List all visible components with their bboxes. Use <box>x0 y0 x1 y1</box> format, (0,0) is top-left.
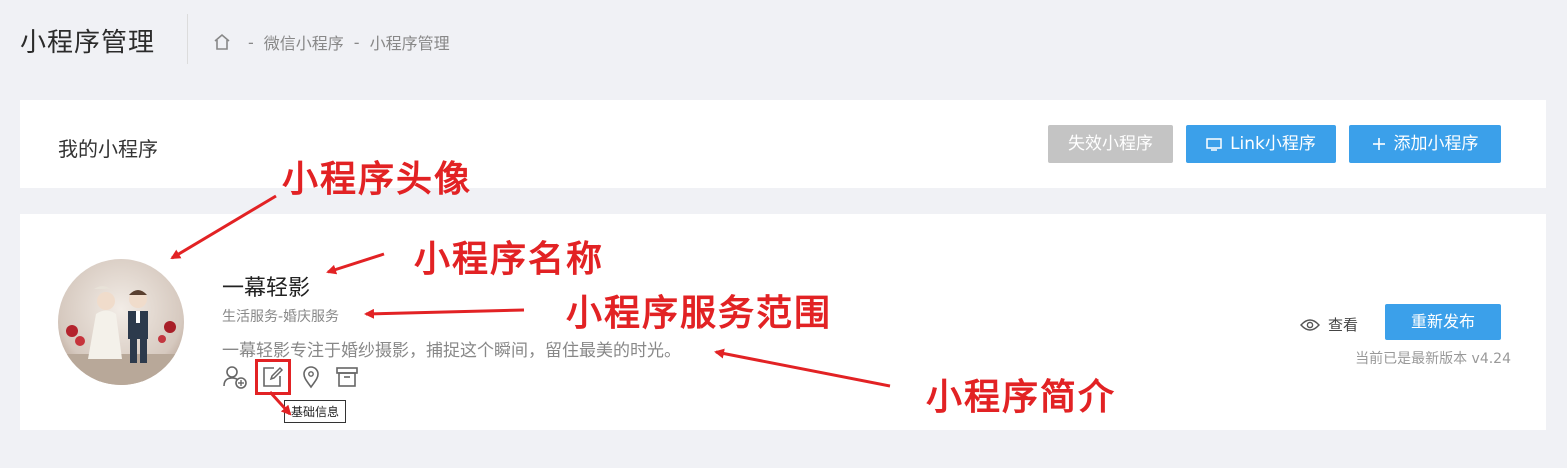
app-name: 一幕轻影 <box>222 276 311 301</box>
view-link[interactable]: 查看 <box>1300 314 1358 335</box>
link-program-button[interactable]: Link小程序 <box>1186 125 1336 163</box>
location-icon[interactable] <box>298 364 324 390</box>
breadcrumb-separator: - <box>248 32 254 52</box>
annotation-intro: 小程序简介 <box>926 377 1117 418</box>
top-bar: 小程序管理 - 微信小程序 - 小程序管理 <box>0 0 1567 80</box>
republish-label: 重新发布 <box>1410 312 1475 331</box>
breadcrumb-item-manage: 小程序管理 <box>369 34 450 53</box>
annotation-name: 小程序名称 <box>414 239 605 280</box>
app-category: 生活服务-婚庆服务 <box>222 309 340 325</box>
version-status: 当前已是最新版本 v4.24 <box>1355 351 1511 367</box>
breadcrumb: - 微信小程序 - 小程序管理 <box>212 30 450 54</box>
breadcrumb-separator: - <box>353 32 360 52</box>
plus-icon <box>1372 138 1385 150</box>
add-program-button[interactable]: 添加小程序 <box>1349 125 1501 163</box>
eye-icon <box>1300 318 1320 331</box>
invalid-programs-label: 失效小程序 <box>1068 134 1153 154</box>
divider <box>187 14 188 64</box>
home-icon[interactable] <box>212 32 232 52</box>
monitor-icon <box>1206 138 1222 151</box>
page-title: 小程序管理 <box>20 28 156 58</box>
republish-button[interactable]: 重新发布 <box>1385 304 1501 340</box>
app-avatar[interactable] <box>58 259 184 385</box>
view-label: 查看 <box>1328 316 1359 334</box>
breadcrumb-item-wechat[interactable]: 微信小程序 <box>264 30 344 54</box>
annotation-avatar: 小程序头像 <box>282 159 473 200</box>
invalid-programs-button[interactable]: 失效小程序 <box>1048 125 1173 163</box>
annotation-scope: 小程序服务范围 <box>566 293 833 334</box>
link-program-label: Link小程序 <box>1230 134 1316 154</box>
edit-icon-highlight-box <box>255 359 291 395</box>
add-program-label: 添加小程序 <box>1393 134 1479 154</box>
my-programs-panel: 我的小程序 失效小程序 Link小程序 添加小程序 <box>20 100 1546 188</box>
app-description: 一幕轻影专注于婚纱摄影，捕捉这个瞬间，留住最美的时光。 <box>222 341 681 361</box>
edit-tooltip: 基础信息 <box>284 400 347 423</box>
panel-title: 我的小程序 <box>58 137 158 161</box>
add-member-icon[interactable] <box>222 364 248 390</box>
wedding-couple-image <box>58 259 184 385</box>
archive-icon[interactable] <box>334 364 360 390</box>
